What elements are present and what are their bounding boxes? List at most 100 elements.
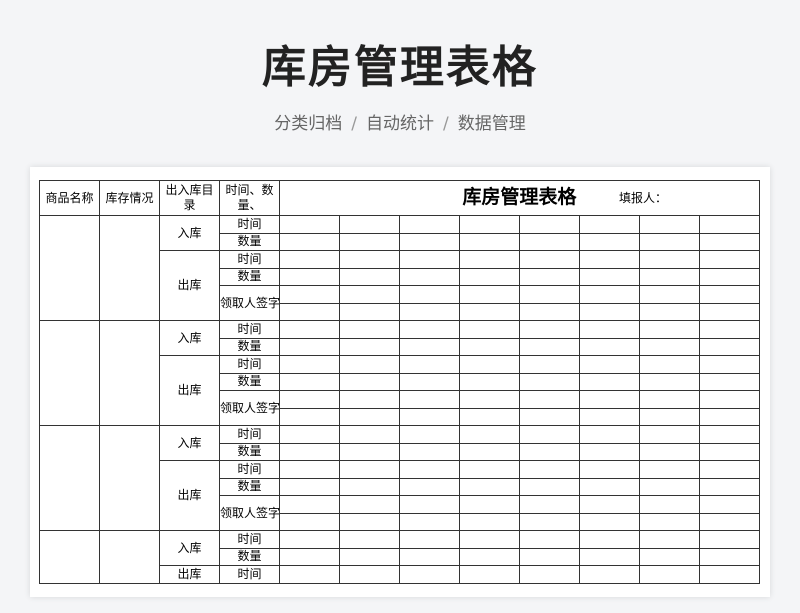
data-cell[interactable] xyxy=(519,477,580,496)
data-cell[interactable] xyxy=(698,372,761,391)
data-cell[interactable] xyxy=(459,267,520,286)
product-cell[interactable] xyxy=(39,530,100,584)
data-cell[interactable] xyxy=(339,530,400,549)
data-cell[interactable] xyxy=(279,337,340,356)
data-cell[interactable] xyxy=(519,267,580,286)
data-cell[interactable] xyxy=(519,215,580,234)
data-cell[interactable] xyxy=(639,285,700,304)
data-cell[interactable] xyxy=(279,215,340,234)
data-cell[interactable] xyxy=(639,337,700,356)
data-cell[interactable] xyxy=(459,495,520,514)
data-cell[interactable] xyxy=(579,547,640,566)
data-cell[interactable] xyxy=(399,407,460,426)
data-cell[interactable] xyxy=(698,407,761,426)
data-cell[interactable] xyxy=(279,530,340,549)
data-cell[interactable] xyxy=(459,530,520,549)
data-cell[interactable] xyxy=(639,495,700,514)
data-cell[interactable] xyxy=(339,250,400,269)
data-cell[interactable] xyxy=(339,285,400,304)
data-cell[interactable] xyxy=(579,530,640,549)
data-cell[interactable] xyxy=(339,372,400,391)
data-cell[interactable] xyxy=(519,337,580,356)
data-cell[interactable] xyxy=(279,355,340,374)
data-cell[interactable] xyxy=(459,547,520,566)
data-cell[interactable] xyxy=(339,267,400,286)
data-cell[interactable] xyxy=(339,565,400,584)
data-cell[interactable] xyxy=(639,320,700,339)
data-cell[interactable] xyxy=(279,232,340,251)
data-cell[interactable] xyxy=(519,495,580,514)
data-cell[interactable] xyxy=(579,460,640,479)
data-cell[interactable] xyxy=(698,495,761,514)
data-cell[interactable] xyxy=(399,320,460,339)
data-cell[interactable] xyxy=(399,232,460,251)
stock-cell[interactable] xyxy=(99,215,160,321)
data-cell[interactable] xyxy=(698,337,761,356)
product-cell[interactable] xyxy=(39,320,100,426)
data-cell[interactable] xyxy=(279,250,340,269)
data-cell[interactable] xyxy=(519,442,580,461)
data-cell[interactable] xyxy=(279,390,340,409)
data-cell[interactable] xyxy=(339,442,400,461)
data-cell[interactable] xyxy=(459,477,520,496)
data-cell[interactable] xyxy=(639,460,700,479)
data-cell[interactable] xyxy=(698,547,761,566)
data-cell[interactable] xyxy=(579,425,640,444)
data-cell[interactable] xyxy=(339,215,400,234)
data-cell[interactable] xyxy=(698,530,761,549)
data-cell[interactable] xyxy=(579,232,640,251)
data-cell[interactable] xyxy=(399,302,460,321)
data-cell[interactable] xyxy=(698,215,761,234)
data-cell[interactable] xyxy=(339,232,400,251)
data-cell[interactable] xyxy=(579,215,640,234)
data-cell[interactable] xyxy=(399,267,460,286)
data-cell[interactable] xyxy=(279,565,340,584)
data-cell[interactable] xyxy=(399,337,460,356)
data-cell[interactable] xyxy=(399,390,460,409)
data-cell[interactable] xyxy=(399,285,460,304)
data-cell[interactable] xyxy=(279,442,340,461)
product-cell[interactable] xyxy=(39,425,100,531)
data-cell[interactable] xyxy=(339,495,400,514)
data-cell[interactable] xyxy=(519,232,580,251)
data-cell[interactable] xyxy=(698,477,761,496)
data-cell[interactable] xyxy=(579,372,640,391)
data-cell[interactable] xyxy=(698,460,761,479)
data-cell[interactable] xyxy=(519,355,580,374)
data-cell[interactable] xyxy=(279,425,340,444)
data-cell[interactable] xyxy=(519,372,580,391)
data-cell[interactable] xyxy=(399,460,460,479)
data-cell[interactable] xyxy=(399,565,460,584)
data-cell[interactable] xyxy=(459,337,520,356)
data-cell[interactable] xyxy=(459,285,520,304)
data-cell[interactable] xyxy=(339,425,400,444)
data-cell[interactable] xyxy=(399,442,460,461)
data-cell[interactable] xyxy=(519,320,580,339)
stock-cell[interactable] xyxy=(99,530,160,584)
data-cell[interactable] xyxy=(639,302,700,321)
data-cell[interactable] xyxy=(459,407,520,426)
data-cell[interactable] xyxy=(339,390,400,409)
data-cell[interactable] xyxy=(459,320,520,339)
data-cell[interactable] xyxy=(579,250,640,269)
data-cell[interactable] xyxy=(279,477,340,496)
data-cell[interactable] xyxy=(519,407,580,426)
data-cell[interactable] xyxy=(639,477,700,496)
data-cell[interactable] xyxy=(639,407,700,426)
data-cell[interactable] xyxy=(698,250,761,269)
data-cell[interactable] xyxy=(279,285,340,304)
data-cell[interactable] xyxy=(399,547,460,566)
data-cell[interactable] xyxy=(579,337,640,356)
data-cell[interactable] xyxy=(399,425,460,444)
data-cell[interactable] xyxy=(639,512,700,531)
data-cell[interactable] xyxy=(639,565,700,584)
data-cell[interactable] xyxy=(698,355,761,374)
data-cell[interactable] xyxy=(698,285,761,304)
data-cell[interactable] xyxy=(579,355,640,374)
data-cell[interactable] xyxy=(579,320,640,339)
data-cell[interactable] xyxy=(519,250,580,269)
data-cell[interactable] xyxy=(579,390,640,409)
data-cell[interactable] xyxy=(339,337,400,356)
data-cell[interactable] xyxy=(519,565,580,584)
data-cell[interactable] xyxy=(459,425,520,444)
